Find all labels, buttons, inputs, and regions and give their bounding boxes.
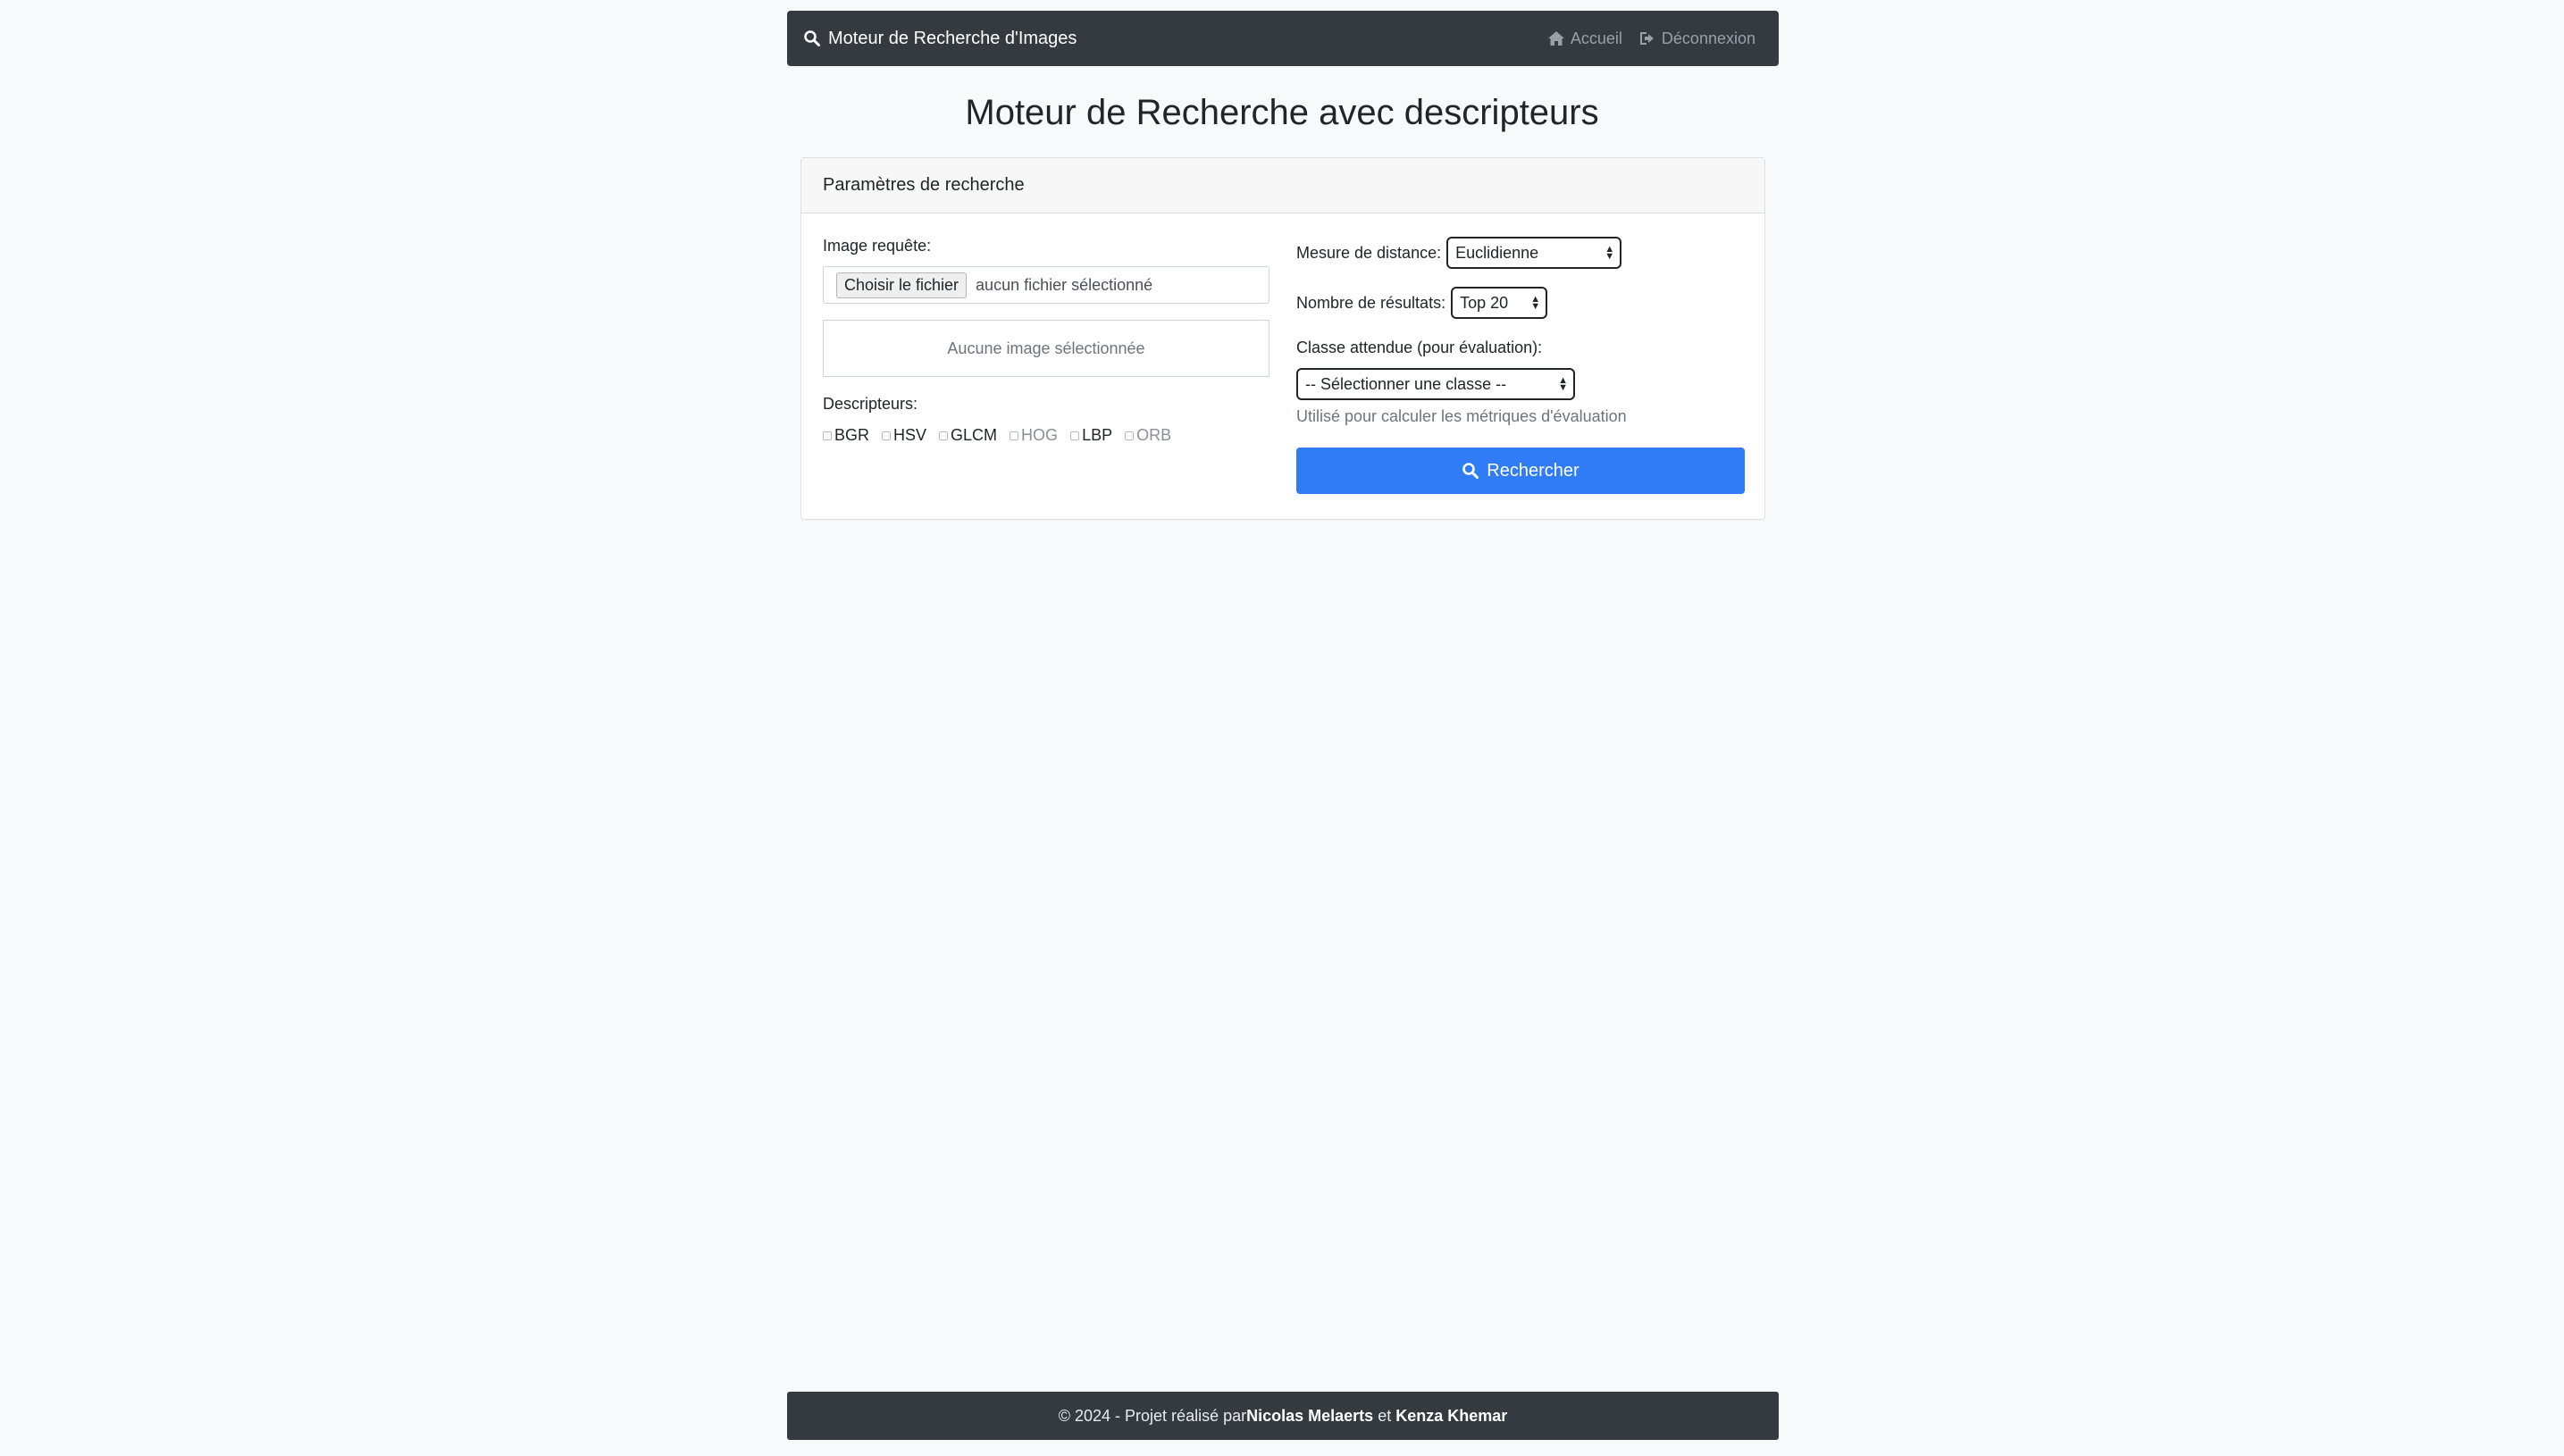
descriptor-label: BGR — [834, 426, 870, 444]
left-column: Image requête: Choisir le fichier aucun … — [823, 237, 1269, 445]
descriptor-label: HSV — [893, 426, 927, 444]
checkbox-box[interactable] — [1010, 431, 1019, 440]
results-select[interactable]: Top 20 ▲ ▼ — [1451, 287, 1548, 319]
nav-link-label: Accueil — [1570, 29, 1622, 47]
descriptor-checkboxes: BGR HSV GLCM HOG LBP ORB — [823, 426, 1269, 445]
descriptor-label: GLCM — [951, 426, 998, 444]
class-value: -- Sélectionner une classe -- — [1305, 374, 1507, 393]
descriptor-label: ORB — [1136, 426, 1172, 444]
descriptor-checkbox-bgr[interactable]: BGR — [823, 426, 869, 445]
select-arrows-icon: ▲ ▼ — [1558, 375, 1568, 393]
nav-link-deconnexion[interactable]: Déconnexion — [1638, 29, 1755, 48]
distance-row: Mesure de distance: Euclidienne ▲ ▼ — [1296, 237, 1745, 269]
checkbox-box[interactable] — [1125, 431, 1135, 440]
card-header: Paramètres de recherche — [801, 158, 1764, 213]
sign-out-icon — [1639, 32, 1654, 45]
descriptor-label: HOG — [1021, 426, 1059, 444]
descriptor-checkbox-glcm[interactable]: GLCM — [939, 426, 997, 445]
query-image-label: Image requête: — [823, 237, 932, 255]
search-icon — [804, 30, 820, 46]
descriptor-label: LBP — [1082, 426, 1113, 444]
choose-file-button[interactable]: Choisir le fichier — [836, 272, 968, 298]
descriptor-checkbox-lbp[interactable]: LBP — [1070, 426, 1112, 445]
brand-label: Moteur de Recherche d'Images — [828, 28, 1077, 48]
class-help-text: Utilisé pour calculer les métriques d'év… — [1296, 407, 1627, 425]
footer-author-1: Nicolas Melaerts — [1246, 1406, 1374, 1425]
select-arrows-icon: ▲ ▼ — [1605, 244, 1615, 262]
footer: © 2024 - Projet réalisé par Nicolas Mela… — [787, 1392, 1779, 1440]
class-label: Classe attendue (pour évaluation): — [1296, 339, 1543, 356]
checkbox-box[interactable] — [882, 431, 892, 440]
footer-conjunction: et — [1373, 1406, 1396, 1425]
search-icon — [1462, 463, 1479, 479]
checkbox-box[interactable] — [1070, 431, 1080, 440]
file-status: aucun fichier sélectionné — [976, 275, 1153, 294]
footer-author-2: Kenza Khemar — [1395, 1406, 1508, 1425]
results-value: Top 20 — [1460, 293, 1509, 312]
distance-value: Euclidienne — [1455, 243, 1539, 262]
search-params-card: Paramètres de recherche Image requête: C… — [800, 157, 1765, 520]
preview-placeholder: Aucune image sélectionnée — [947, 339, 1145, 357]
navbar-brand[interactable]: Moteur de Recherche d'Images — [803, 29, 1077, 49]
home-icon — [1547, 31, 1564, 46]
search-button[interactable]: Rechercher — [1296, 448, 1745, 494]
right-column: Mesure de distance: Euclidienne ▲ ▼ Nombr… — [1296, 237, 1745, 494]
checkbox-box[interactable] — [823, 431, 832, 440]
nav-links: Accueil Déconnexion — [1547, 29, 1755, 48]
footer-prefix: © 2024 - Projet réalisé par — [1058, 1406, 1247, 1425]
descriptor-checkbox-orb[interactable]: ORB — [1125, 426, 1171, 445]
results-row: Nombre de résultats: Top 20 ▲ ▼ — [1296, 287, 1745, 319]
nav-link-accueil[interactable]: Accueil — [1547, 29, 1622, 48]
image-preview: Aucune image sélectionnée — [823, 320, 1269, 377]
navbar: Moteur de Recherche d'Images Accueil Déc… — [787, 11, 1779, 66]
distance-label: Mesure de distance: — [1296, 243, 1442, 262]
results-label: Nombre de résultats: — [1296, 293, 1446, 312]
distance-select[interactable]: Euclidienne ▲ ▼ — [1446, 237, 1622, 269]
nav-link-label: Déconnexion — [1661, 29, 1755, 47]
file-input[interactable]: Choisir le fichier aucun fichier sélecti… — [823, 266, 1269, 304]
select-arrows-icon: ▲ ▼ — [1530, 294, 1541, 312]
descriptor-checkbox-hog[interactable]: HOG — [1010, 426, 1058, 445]
search-button-label: Rechercher — [1487, 460, 1579, 481]
descriptors-label: Descripteurs: — [823, 395, 918, 413]
descriptor-checkbox-hsv[interactable]: HSV — [882, 426, 926, 445]
page-title: Moteur de Recherche avec descripteurs — [965, 93, 1599, 132]
class-select[interactable]: -- Sélectionner une classe -- ▲ ▼ — [1296, 368, 1575, 400]
checkbox-box[interactable] — [939, 431, 949, 440]
